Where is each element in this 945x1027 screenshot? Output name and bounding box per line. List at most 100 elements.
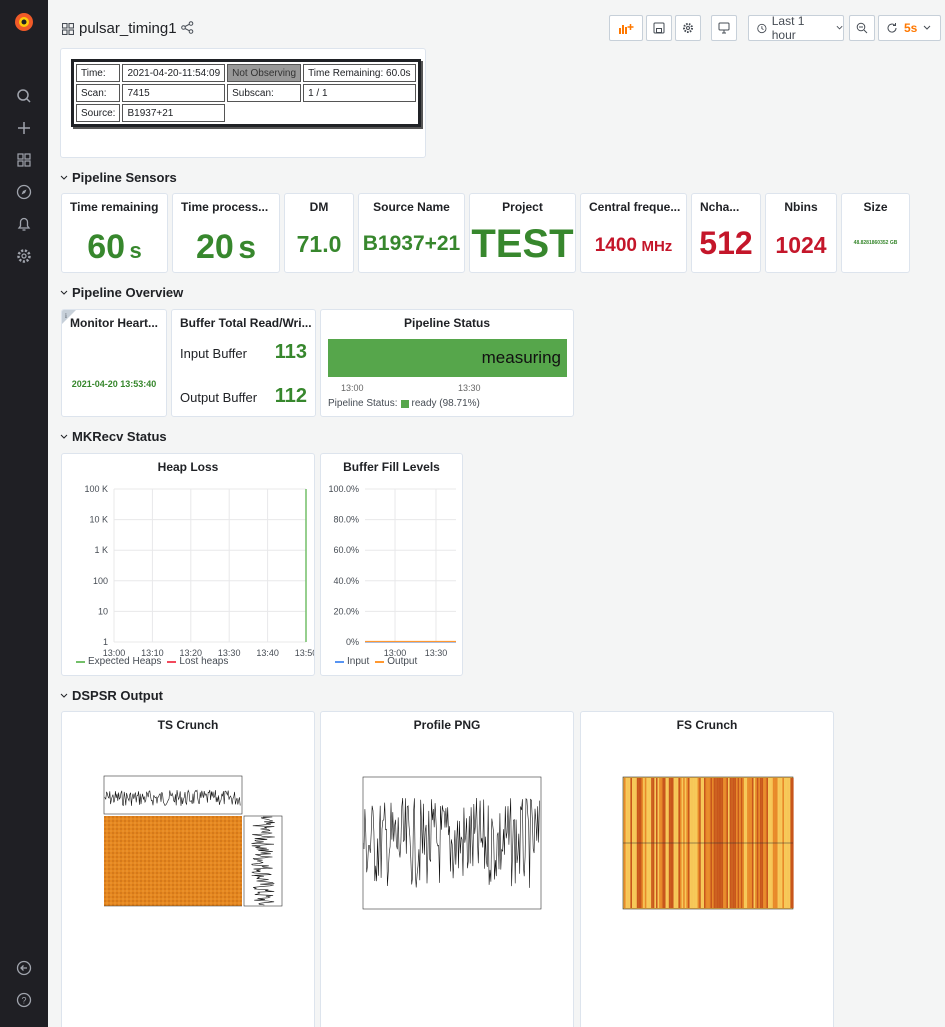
help-icon[interactable]: ? — [0, 986, 48, 1014]
stat-central-frequency[interactable]: Central freque... 1400 MHz — [580, 193, 687, 273]
buffer-read-write-panel[interactable]: Buffer Total Read/Wri... Input Buffer 11… — [171, 309, 316, 417]
subscan-label: Subscan: — [227, 84, 302, 102]
monitor-heartbeat-panel[interactable]: i Monitor Heart... 2021-04-20 13:53:40 — [61, 309, 167, 417]
refresh-icon — [887, 23, 897, 33]
fs-crunch-panel[interactable]: FS Crunch — [580, 711, 834, 1027]
time-value: 2021-04-20-11:54:09 — [122, 64, 226, 82]
dashboard-settings-button[interactable] — [675, 15, 701, 41]
observation-info-panel: Time: 2021-04-20-11:54:09 Not Observing … — [60, 48, 426, 158]
panel-title: Pipeline Status — [403, 316, 491, 330]
panel-title: TS Crunch — [157, 718, 219, 732]
source-value: B1937+21 — [122, 104, 226, 122]
time-range-label: Last 1 hour — [771, 14, 805, 42]
refresh-interval[interactable]: 5s — [904, 21, 917, 35]
buffer-fill-legend: Input Output — [335, 656, 417, 667]
grafana-logo-icon[interactable] — [0, 8, 48, 36]
scan-label: Scan: — [76, 84, 121, 102]
stat-unit: s — [238, 229, 257, 265]
tv-mode-button[interactable] — [711, 15, 737, 41]
output-buffer-label: Output Buffer — [180, 390, 258, 405]
status-timeline-bar[interactable]: measuring — [328, 339, 567, 377]
chevron-down-icon — [836, 25, 843, 30]
legend-item[interactable]: Input — [335, 656, 369, 667]
legend-label: Input — [347, 656, 370, 667]
y-tick-label: 20.0% — [333, 606, 359, 616]
x-tick-label: 13:50 — [295, 648, 315, 658]
stat-nbins[interactable]: Nbins 1024 — [765, 193, 837, 273]
fs-crunch-plot-image — [622, 776, 794, 910]
stat-source-name[interactable]: Source Name B1937+21 — [358, 193, 465, 273]
time-picker-button[interactable]: Last 1 hour — [748, 14, 844, 42]
stat-value: 512 — [699, 225, 753, 261]
chevron-down-icon — [60, 175, 68, 180]
legend-item[interactable]: Output — [375, 656, 417, 667]
stat-unit: s — [129, 238, 142, 263]
save-icon — [653, 22, 665, 34]
alerting-bell-icon[interactable] — [0, 210, 48, 238]
pipeline-status-panel[interactable]: Pipeline Status measuring 13:00 13:30 Pi… — [320, 309, 574, 417]
row-title: DSPSR Output — [72, 688, 163, 703]
profile-plot-image — [362, 776, 542, 910]
monitor-icon — [718, 22, 730, 34]
gear-icon — [683, 23, 693, 33]
zoom-out-button[interactable] — [849, 15, 875, 41]
plus-icon[interactable] — [0, 114, 48, 142]
explore-compass-icon[interactable] — [0, 178, 48, 206]
legend-item[interactable]: Lost heaps — [167, 656, 228, 667]
stat-dm[interactable]: DM 71.0 — [284, 193, 354, 273]
observing-status: Not Observing — [227, 64, 302, 82]
heartbeat-value: 2021-04-20 13:53:40 — [71, 379, 157, 389]
legend-value: ready (98.71%) — [411, 398, 480, 409]
ts-crunch-panel[interactable]: TS Crunch — [61, 711, 315, 1027]
profile-png-panel[interactable]: Profile PNG — [320, 711, 574, 1027]
legend-swatch — [375, 660, 385, 663]
add-panel-button[interactable] — [609, 15, 643, 41]
stat-unit: MHz — [641, 238, 673, 255]
buffer-fill-levels-panel[interactable]: Buffer Fill Levels 100.0% 80.0% 60.0% 40.0%… — [320, 453, 463, 676]
settings-gear-icon[interactable] — [0, 242, 48, 270]
heap-loss-panel[interactable]: Heap Loss 100 K 10 K1 K 100 10 1 13:00 13:10 13… — [61, 453, 315, 676]
legend-item[interactable]: Expected Heaps — [76, 656, 161, 667]
save-dashboard-button[interactable] — [646, 15, 672, 41]
stat-nchannels[interactable]: Ncha... 512 — [691, 193, 761, 273]
y-tick-label: 80.0% — [333, 515, 359, 525]
buffer-fill-chart[interactable]: 100.0%80.0%60.0%40.0%20.0%0%13:00 13:30 — [321, 454, 463, 676]
row-pipeline-overview[interactable]: Pipeline Overview — [60, 285, 183, 300]
sidebar: ? — [0, 0, 48, 1027]
observation-info-table: Time: 2021-04-20-11:54:09 Not Observing … — [71, 59, 421, 127]
stat-project[interactable]: Project TEST — [469, 193, 576, 273]
refresh-button[interactable]: 5s — [878, 15, 941, 41]
sign-out-icon[interactable] — [0, 954, 48, 982]
x-tick-label: 13:40 — [256, 648, 279, 658]
legend-label: Expected Heaps — [88, 656, 162, 667]
legend-label: Output — [387, 656, 418, 667]
row-dspsr-output[interactable]: DSPSR Output — [60, 688, 163, 703]
stat-time-remaining[interactable]: Time remaining 60 s — [61, 193, 168, 273]
dashboards-icon[interactable] — [0, 146, 48, 174]
share-icon[interactable] — [181, 21, 194, 39]
legend-label: Pipeline Status: — [328, 398, 398, 409]
row-mkrecv-status[interactable]: MKRecv Status — [60, 429, 167, 444]
stat-time-processed[interactable]: Time process... 20 s — [172, 193, 280, 273]
y-tick-label: 10 K — [89, 515, 108, 525]
svg-text:?: ? — [21, 996, 26, 1006]
y-tick-label: 40.0% — [333, 576, 359, 586]
search-icon[interactable] — [0, 82, 48, 110]
row-pipeline-sensors[interactable]: Pipeline Sensors — [60, 170, 177, 185]
y-tick-label: 100 K — [84, 484, 108, 494]
dashboard-grid-icon — [61, 22, 75, 40]
heap-loss-chart[interactable]: 100 K10 K1 K10010113:00 13:10 13:20 13:30 13… — [62, 454, 315, 676]
stat-value: B1937+21 — [362, 232, 461, 255]
dashboard-title[interactable]: pulsar_timing1 — [79, 20, 177, 37]
clock-icon — [757, 23, 767, 33]
heap-loss-legend: Expected Heaps Lost heaps — [76, 656, 228, 667]
panel-title: Time process... — [181, 200, 269, 214]
time-label: Time: — [76, 64, 121, 82]
panel-title: Source Name — [373, 200, 450, 214]
y-tick-label: 100.0% — [328, 484, 359, 494]
stat-size[interactable]: Size 48.8281860352 GB — [841, 193, 910, 273]
panel-title: Size — [863, 200, 888, 214]
panel-title: Project — [502, 200, 543, 214]
status-tick: 13:00 — [341, 383, 364, 393]
panel-title: Central freque... — [589, 200, 681, 214]
